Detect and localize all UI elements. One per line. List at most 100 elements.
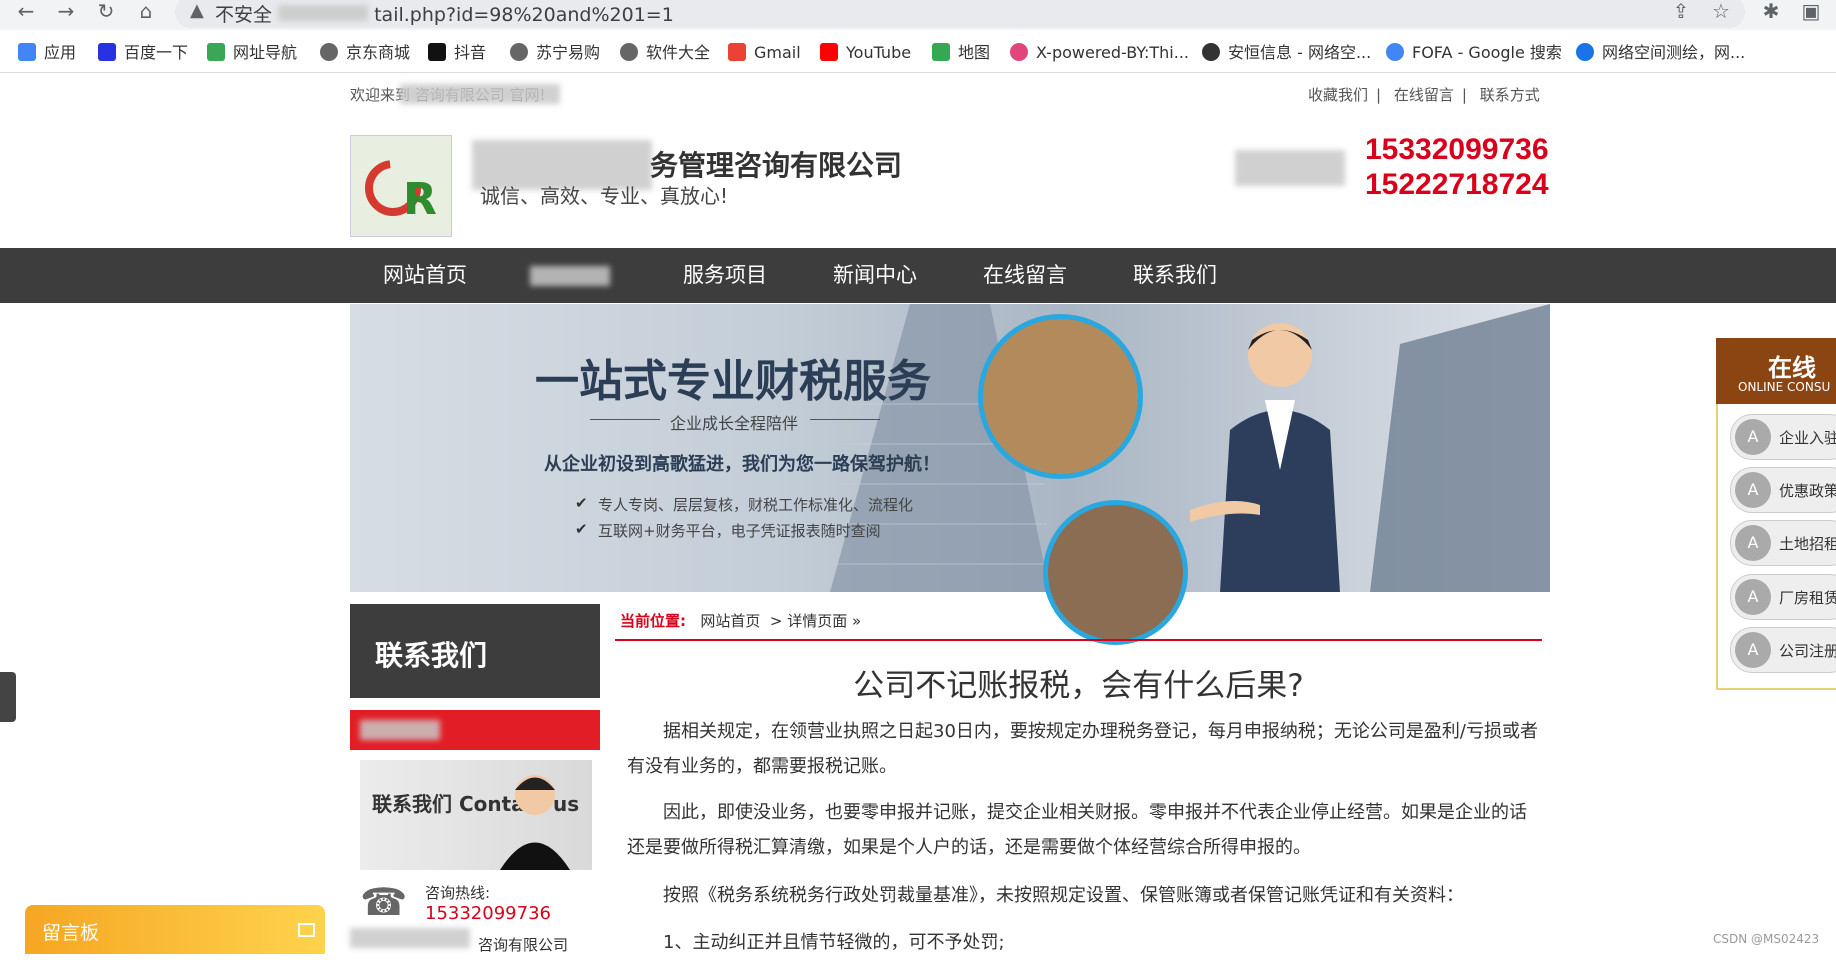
logo-icon: R xyxy=(365,160,437,225)
breadcrumb-current: 详情页面 » xyxy=(787,612,862,630)
globe-icon xyxy=(510,43,528,61)
bookmark-gmail[interactable]: Gmail xyxy=(728,36,801,70)
nav-redacted[interactable] xyxy=(530,248,610,303)
office-photo xyxy=(978,314,1143,479)
banner-slogan: 从企业初设到高歌猛进，我们为您一路保驾护航！ xyxy=(544,454,940,475)
bookmark-jd[interactable]: 京东商城 xyxy=(320,36,410,70)
warning-icon: ▲ xyxy=(190,0,204,21)
banner-title: 一站式专业财税服务 xyxy=(535,356,931,407)
article-paragraph: 据相关规定，在领营业执照之日起30日内，要按规定办理税务登记，每月申报纳税；无论… xyxy=(627,721,1538,777)
bookmark-youtube[interactable]: YouTube xyxy=(820,36,911,70)
bookmark-baidu[interactable]: 百度一下 xyxy=(98,36,188,70)
favorite-link[interactable]: 收藏我们 xyxy=(1308,86,1368,104)
douyin-icon xyxy=(428,43,446,61)
message-link[interactable]: 在线留言 xyxy=(1394,86,1454,104)
logo-icon: A xyxy=(1735,419,1771,455)
minimize-icon[interactable] xyxy=(298,923,315,937)
banner-subtitle: 企业成长全程陪伴 xyxy=(670,414,799,433)
buildings-illustration xyxy=(830,304,1550,592)
hotline-phone-2: 15222718724 xyxy=(1365,168,1549,201)
check-icon: ✔ xyxy=(575,520,588,538)
divider xyxy=(590,419,660,420)
message-board-widget[interactable]: 留言板 xyxy=(25,905,325,954)
bookmark-douyin[interactable]: 抖音 xyxy=(428,36,486,70)
anheng-icon xyxy=(1202,43,1220,61)
logo-icon: A xyxy=(1735,472,1771,508)
contact-link[interactable]: 联系方式 xyxy=(1480,86,1540,104)
bookmarks-bar: 应用 百度一下 网址导航 京东商城 抖音 苏宁易购 软件大全 Gmail You… xyxy=(0,36,1836,70)
consult-item-land[interactable]: A 土地招租 xyxy=(1730,520,1836,566)
google-icon xyxy=(1386,43,1404,61)
star-icon[interactable]: ☆ xyxy=(1710,0,1732,22)
company-name: 务管理咨询有限公司 xyxy=(650,149,903,182)
reload-icon[interactable]: ↻ xyxy=(95,0,117,22)
company-slogan: 诚信、高效、专业、真放心! xyxy=(480,184,729,208)
nav-services[interactable]: 服务项目 xyxy=(683,248,767,303)
nav-home[interactable]: 网站首页 xyxy=(383,248,467,303)
bookmark-suning[interactable]: 苏宁易购 xyxy=(510,36,600,70)
consult-item-enterprise[interactable]: A 企业入驻 xyxy=(1730,414,1836,460)
contact-image: 联系我们 Contact us xyxy=(360,760,592,870)
redacted-domain xyxy=(278,5,369,21)
home-icon[interactable]: ⌂ xyxy=(135,0,157,22)
divider xyxy=(0,72,1836,73)
company-logo[interactable]: R xyxy=(350,135,452,237)
bookmark-fofa[interactable]: FOFA - Google 搜索 xyxy=(1386,36,1562,70)
hotline-number: 15332099736 xyxy=(425,903,551,924)
bookmark-xpowered[interactable]: X-powered-BY:Thi... xyxy=(1010,36,1189,70)
share-icon[interactable]: ⇪ xyxy=(1670,0,1692,22)
side-tab[interactable] xyxy=(0,672,16,722)
bookmark-nav[interactable]: 网址导航 xyxy=(207,36,297,70)
agent-illustration xyxy=(500,775,570,870)
extensions-icon[interactable]: ✱ xyxy=(1760,0,1782,22)
apps-icon xyxy=(18,43,36,61)
forward-icon[interactable]: → xyxy=(55,0,77,22)
bookmark-anheng[interactable]: 安恒信息 - 网络空... xyxy=(1202,36,1371,70)
article-title: 公司不记账报税，会有什么后果? xyxy=(853,668,1304,704)
check-icon: ✔ xyxy=(575,494,588,512)
logo-icon: A xyxy=(1735,632,1771,668)
breadcrumb-home[interactable]: 网站首页 xyxy=(700,612,760,630)
bookmark-map[interactable]: 地图 xyxy=(932,36,990,70)
banner-check-2: 互联网+财务平台，电子凭证报表随时查阅 xyxy=(598,522,881,540)
back-icon[interactable]: ← xyxy=(15,0,37,22)
hero-banner[interactable] xyxy=(350,304,1550,592)
sidepanel-icon[interactable]: ▣ xyxy=(1800,0,1822,22)
breadcrumb-label: 当前位置: xyxy=(620,612,686,630)
watermark: CSDN @MS02423 xyxy=(1713,932,1820,946)
mapping-icon xyxy=(1576,43,1594,61)
divider xyxy=(615,639,1542,641)
nav-contact[interactable]: 联系我们 xyxy=(1133,248,1217,303)
sidebar-contact-title: 联系我们 xyxy=(350,604,600,698)
security-label: 不安全 xyxy=(215,4,273,26)
office-photo xyxy=(1043,500,1188,645)
logo-icon: A xyxy=(1735,525,1771,561)
breadcrumb: 当前位置: 网站首页 > 详情页面 » xyxy=(620,612,862,630)
article-paragraph: 1、主动纠正并且情节轻微的，可不予处罚; xyxy=(663,932,1005,953)
consult-item-policy[interactable]: A 优惠政策 xyxy=(1730,467,1836,513)
redacted-block xyxy=(350,928,470,948)
gmail-icon xyxy=(728,43,746,61)
globe-icon xyxy=(620,43,638,61)
bookmark-apps[interactable]: 应用 xyxy=(18,36,76,70)
banner-check-1: 专人专岗、层层复核，财税工作标准化、流程化 xyxy=(598,496,914,514)
nav-message[interactable]: 在线留言 xyxy=(983,248,1067,303)
sidebar-red-bar xyxy=(350,710,600,750)
bookmark-software[interactable]: 软件大全 xyxy=(620,36,710,70)
hotline-phone-1: 15332099736 xyxy=(1365,133,1549,166)
telephone-icon: ☎ xyxy=(360,880,408,924)
divider xyxy=(810,419,880,420)
link-icon xyxy=(1010,43,1028,61)
url-path: tail.php?id=98%20and%201=1 xyxy=(374,4,674,26)
article-paragraph: 按照《税务系统税务行政处罚裁量基准》，未按照规定设置、保管账簿或者保管记账凭证和… xyxy=(663,885,1464,906)
nav-icon xyxy=(207,43,225,61)
consult-item-register[interactable]: A 公司注册 xyxy=(1730,627,1836,673)
consult-item-factory[interactable]: A 厂房租赁 xyxy=(1730,574,1836,620)
hotline-label: 咨询热线: xyxy=(425,884,491,902)
bookmark-mapping[interactable]: 网络空间测绘，网... xyxy=(1576,36,1745,70)
online-consult-header: 在线 ONLINE CONSU xyxy=(1716,338,1836,404)
globe-icon xyxy=(320,43,338,61)
top-links: 收藏我们 | 在线留言 | 联系方式 xyxy=(1308,86,1540,104)
nav-news[interactable]: 新闻中心 xyxy=(833,248,917,303)
url-text[interactable]: 不安全 tail.php?id=98%20and%201=1 xyxy=(215,0,674,27)
